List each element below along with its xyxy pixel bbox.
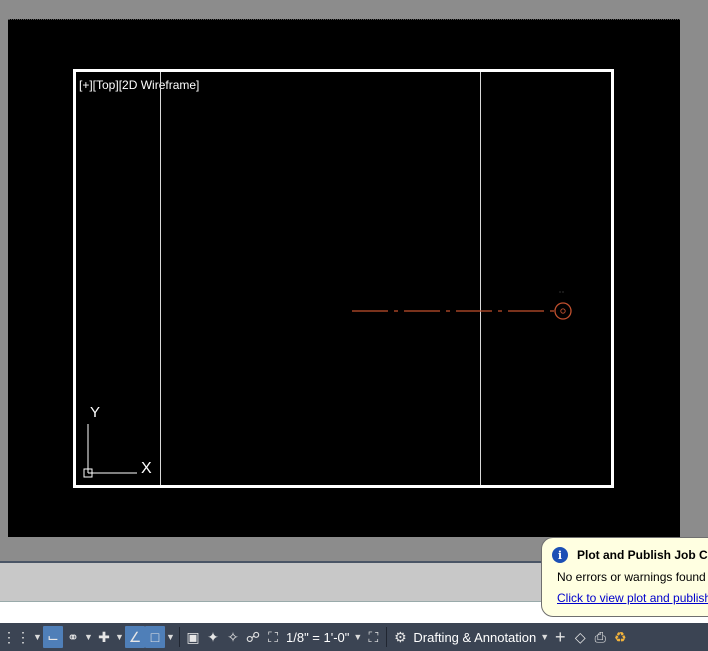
notification-title: Plot and Publish Job Complete bbox=[577, 548, 708, 562]
annotation-visibility-icon[interactable]: ✦ bbox=[203, 626, 223, 648]
maximize-viewport-icon[interactable]: ⛶ bbox=[363, 626, 383, 648]
ucs-y-label: Y bbox=[90, 404, 100, 421]
isodraft-icon[interactable]: ✚ bbox=[94, 626, 114, 648]
info-icon: i bbox=[552, 547, 568, 563]
osnap-icon[interactable]: □ bbox=[145, 626, 165, 648]
notification-message: No errors or warnings found bbox=[557, 570, 706, 584]
ucs-x-label: X bbox=[141, 460, 152, 477]
plot-publish-notification[interactable]: i Plot and Publish Job Complete No error… bbox=[541, 537, 708, 617]
workspace-dropdown-icon[interactable]: ▼ bbox=[539, 632, 550, 642]
plot-publish-status-icon[interactable]: ♻ bbox=[610, 626, 630, 648]
scale-dropdown-icon[interactable]: ▼ bbox=[352, 632, 363, 642]
grid-dropdown-icon[interactable]: ▼ bbox=[32, 632, 43, 642]
workspace-switch[interactable]: Drafting & Annotation bbox=[410, 630, 539, 645]
select-cycling-icon[interactable]: ▣ bbox=[183, 626, 203, 648]
status-bar: ⋮⋮ ▼ ⌙ ⚭ ▼ ✚ ▼ ∠ □ ▼ ▣ ✦ ✧ ☍ ⛶ 1/8" = 1'… bbox=[0, 623, 708, 651]
ortho-icon[interactable]: ⌙ bbox=[43, 626, 63, 648]
plus-icon[interactable]: + bbox=[550, 626, 570, 648]
drawing-canvas: Y X bbox=[83, 291, 572, 478]
viewport-scale-icon[interactable]: ⛶ bbox=[263, 626, 283, 648]
grid-icon[interactable]: ⋮⋮ bbox=[0, 626, 32, 648]
autoscale-icon[interactable]: ✧ bbox=[223, 626, 243, 648]
layout-viewport[interactable]: [+][Top][2D Wireframe] Y X bbox=[73, 69, 614, 488]
status-separator-2 bbox=[386, 627, 388, 647]
osnap-tracking-icon[interactable]: ∠ bbox=[125, 626, 145, 648]
snap-point-2 bbox=[562, 291, 564, 293]
notification-details-link[interactable]: Click to view plot and publish details bbox=[557, 591, 708, 605]
isolate-objects-icon[interactable]: ◇ bbox=[570, 626, 590, 648]
polar-dropdown-icon[interactable]: ▼ bbox=[83, 632, 94, 642]
lock-ui-icon[interactable]: ☍ bbox=[243, 626, 263, 648]
polar-icon[interactable]: ⚭ bbox=[63, 626, 83, 648]
viewport-scale-label[interactable]: 1/8" = 1'-0" bbox=[283, 630, 352, 645]
centerline-end-dot bbox=[560, 308, 566, 314]
snap-point bbox=[559, 291, 561, 293]
isodraft-dropdown-icon[interactable]: ▼ bbox=[114, 632, 125, 642]
centerline-end-circle bbox=[554, 302, 572, 320]
status-separator bbox=[179, 627, 180, 647]
osnap-dropdown-icon[interactable]: ▼ bbox=[165, 632, 176, 642]
ucs-icon bbox=[83, 424, 137, 478]
plot-icon[interactable]: ⎙ bbox=[590, 626, 610, 648]
gear-icon[interactable]: ⚙ bbox=[390, 626, 410, 648]
